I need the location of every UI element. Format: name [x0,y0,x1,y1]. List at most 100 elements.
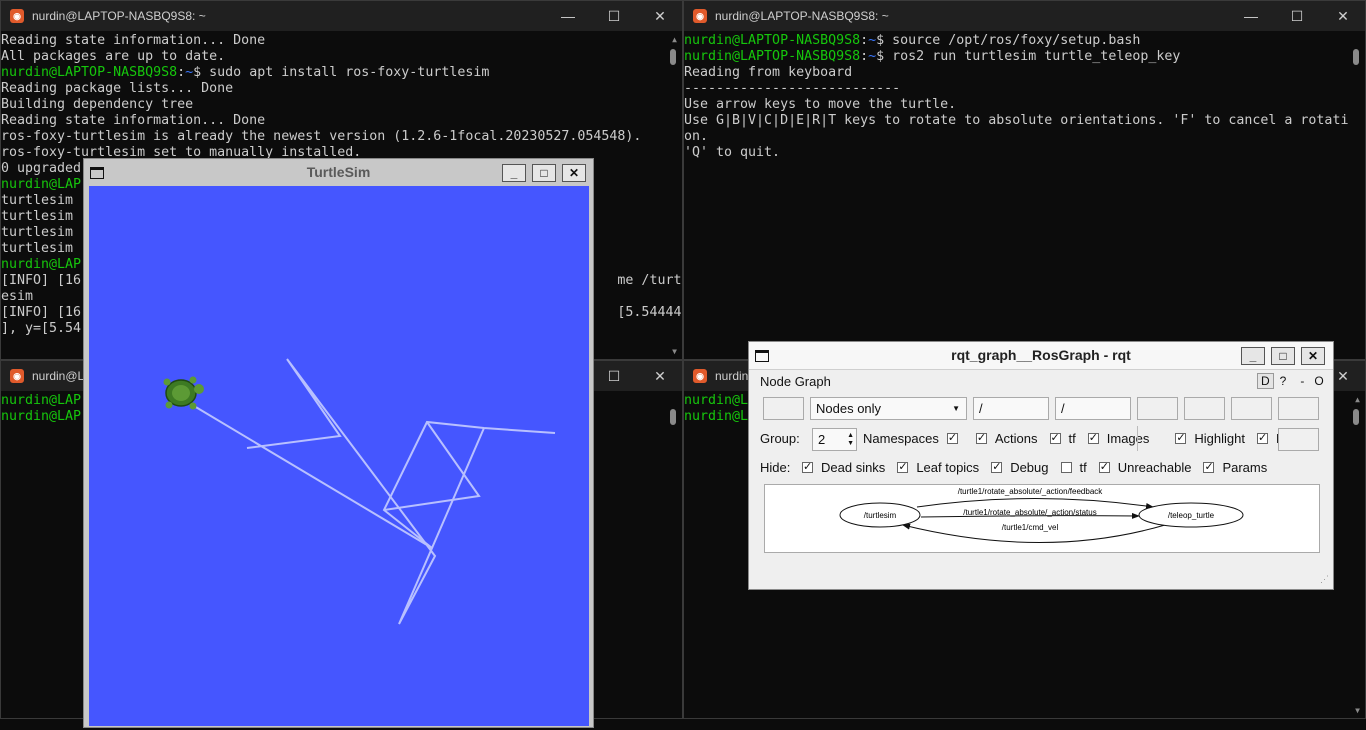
option-debug[interactable]: ✓ Debug [991,460,1049,475]
option-highlight[interactable]: ✓ Highlight [1175,431,1245,446]
close-button[interactable]: ✕ [562,164,586,182]
close-button[interactable]: ✕ [1320,1,1365,31]
scroll-down-arrow-icon[interactable]: ▼ [1355,706,1360,715]
output-text: 0 upgraded [1,161,82,176]
scrollbar-thumb[interactable] [670,49,676,65]
turtlesim-window[interactable]: TurtleSim _ □ ✕ [83,158,594,728]
load-dot-button[interactable] [1137,397,1178,420]
checkbox[interactable]: ✓ [946,433,958,444]
turtlesim-titlebar[interactable]: TurtleSim _ □ ✕ [84,159,593,186]
namespace-filter-input[interactable]: / [973,397,1049,420]
scrollbar-thumb[interactable] [1353,409,1359,425]
ros-graph-svg: /turtlesim /teleop_turtle /turtle1/rotat… [839,487,1244,543]
dock-button[interactable]: D [1257,373,1274,389]
topic-filter-input[interactable]: / [1055,397,1131,420]
checkbox[interactable]: ✓ [975,433,987,444]
checkbox-label: Unreachable [1117,460,1192,475]
option-images[interactable]: ✓ Images [1087,431,1149,446]
option-dead-sinks[interactable]: ✓ Dead sinks [802,460,885,475]
checkbox[interactable] [1060,462,1072,473]
turtle-trail-svg [163,358,556,625]
turtle-trail [183,358,556,625]
scrollbar-thumb[interactable] [1353,49,1359,65]
close-button[interactable]: ✕ [1301,347,1325,365]
node-label: /teleop_turtle [1168,511,1215,520]
checkbox[interactable]: ✓ [1098,462,1110,473]
terminal-titlebar[interactable]: ◉ nurdin@LAPTOP-NASBQ9S8: ~ — ☐ ✕ [684,1,1365,31]
scroll-up-arrow-icon[interactable]: ▲ [672,35,677,44]
fit-in-view-button[interactable] [1278,428,1319,451]
maximize-button[interactable]: ☐ [591,361,637,391]
minimize-button[interactable]: _ [1241,347,1265,365]
option-tf[interactable]: ✓ tf [1049,431,1076,446]
scroll-down-arrow-icon[interactable]: ▼ [672,347,677,356]
prompt-path: ~ [868,33,877,48]
terminal-window-right-top[interactable]: ◉ nurdin@LAPTOP-NASBQ9S8: ~ — ☐ ✕ nurdin… [683,0,1366,360]
ros-graph-view[interactable]: /turtlesim /teleop_turtle /turtle1/rotat… [764,484,1320,553]
scroll-up-arrow-icon[interactable]: ▲ [1355,395,1360,404]
option-params[interactable]: ✓ Params [1203,460,1267,475]
maximize-button[interactable]: ☐ [1274,1,1320,31]
hide-options: ✓ Dead sinks ✓ Leaf topics ✓ Debug tf ✓ Unreacha… [802,460,1279,475]
output-text: Building dependency tree [1,97,194,112]
checkbox-label: Actions [994,431,1038,446]
terminal-line: ros-foxy-turtlesim is already the newest… [1,129,682,145]
checkbox[interactable]: ✓ [1049,433,1061,444]
maximize-button[interactable]: □ [1271,347,1295,365]
terminal-titlebar[interactable]: ◉ nurdin@LAPTOP-NASBQ9S8: ~ — ☐ ✕ [1,1,682,31]
rqt-titlebar[interactable]: rqt_graph__RosGraph - rqt _ □ ✕ [749,342,1333,370]
checkbox[interactable]: ✓ [1175,433,1187,444]
output-text: nurdin@LAP [1,409,82,424]
separator [1137,426,1138,451]
option-leaf-topics[interactable]: ✓ Leaf topics [897,460,979,475]
save-dot-button[interactable] [1184,397,1225,420]
save-image-button[interactable] [1278,397,1319,420]
prompt-user: nurdin@LAPTOP-NASBQ9S8 [1,65,178,80]
output-text: Reading from keyboard [684,65,853,80]
output-text: turtlesim [1,193,74,208]
resize-grip-icon[interactable]: ⋰ [1320,574,1329,585]
turtlesim-canvas[interactable] [89,186,589,726]
option-actions[interactable]: ✓ Actions [975,431,1038,446]
checkbox[interactable]: ✓ [802,462,813,473]
graph-type-select[interactable]: Nodes only ▼ [810,397,967,420]
output-text: nurdin@LAP [1,177,82,192]
checkbox[interactable]: ✓ [1256,433,1268,444]
maximize-button[interactable]: ☐ [591,1,637,31]
terminal-output[interactable]: nurdin@LAPTOP-NASBQ9S8:~$ source /opt/ro… [684,31,1365,161]
terminal-line: Reading state information... Done [1,113,682,129]
terminal-line: on. [684,129,1365,145]
option-namespaces[interactable]: Namespaces ✓ [863,431,966,446]
help-button[interactable]: ? [1280,374,1287,388]
prompt-colon: : [177,65,186,80]
scrollbar-thumb[interactable] [670,409,676,425]
hide-label: Hide: [760,460,791,475]
close-button[interactable]: ✕ [637,361,682,391]
maximize-button[interactable]: □ [532,164,556,182]
output-text: on. [684,129,709,144]
minimize-button[interactable]: — [545,1,591,31]
options-button[interactable]: O [1314,374,1323,388]
refresh-button[interactable] [763,397,804,420]
option-tf[interactable]: tf [1060,460,1087,475]
option-unreachable[interactable]: ✓ Unreachable [1098,460,1192,475]
checkbox[interactable]: ✓ [991,462,1003,473]
checkbox[interactable]: ✓ [897,462,909,473]
minimize-plugin-button[interactable]: - [1300,374,1304,388]
rqt-graph-window[interactable]: rqt_graph__RosGraph - rqt _ □ ✕ Node Gra… [748,341,1334,590]
close-button[interactable]: ✕ [637,1,682,31]
spinner-arrows-icon: ▲ ▼ [847,431,854,447]
checkbox[interactable]: ✓ [1087,433,1099,444]
output-text: Reading state information... Done [1,33,266,48]
minimize-button[interactable]: — [1228,1,1274,31]
checkbox-label: tf [1079,460,1087,475]
graph-type-value: Nodes only [816,401,882,416]
prompt-path: ~ [868,49,877,64]
group-value: 2 [818,432,826,447]
group-spinbox[interactable]: 2 ▲ ▼ [812,428,857,451]
checkbox[interactable]: ✓ [1203,462,1215,473]
minimize-button[interactable]: _ [502,164,526,182]
output-text: Use G|B|V|C|D|E|R|T keys to rotate to ab… [684,113,1349,128]
save-svg-button[interactable] [1231,397,1272,420]
terminal-line: Reading from keyboard [684,65,1365,81]
